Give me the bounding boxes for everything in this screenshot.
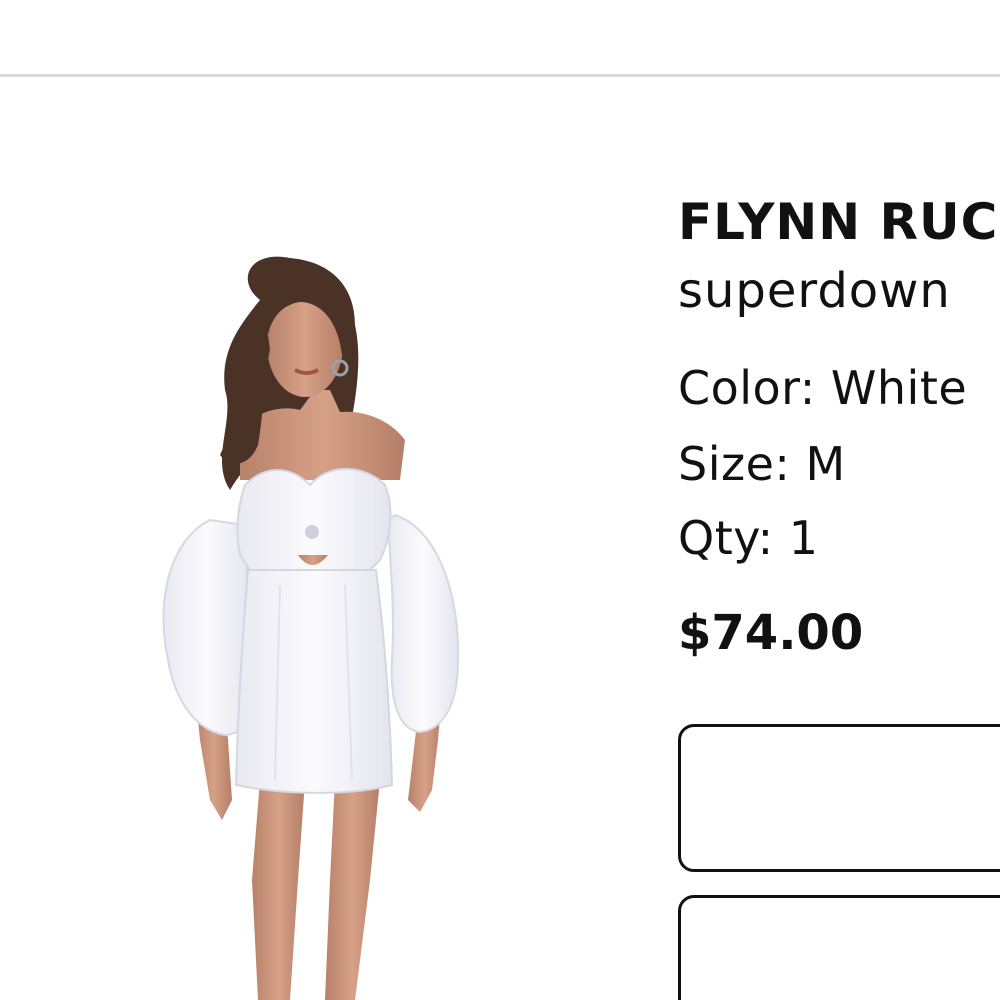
- header-bar: [0, 0, 1000, 76]
- size-attribute: Size: M: [678, 437, 846, 491]
- product-name[interactable]: FLYNN RUC: [678, 192, 998, 252]
- secondary-action-button[interactable]: [678, 895, 1000, 1000]
- product-image[interactable]: [140, 240, 500, 1000]
- product-details: FLYNN RUC superdown Color: White Size: M…: [678, 180, 1000, 700]
- header-divider: [0, 74, 1000, 77]
- product-price: $74.00: [678, 605, 864, 661]
- brand-name[interactable]: superdown: [678, 262, 951, 320]
- primary-action-button[interactable]: [678, 724, 1000, 872]
- model-dress-illustration: [162, 256, 460, 1000]
- quantity-attribute: Qty: 1: [678, 511, 819, 565]
- color-attribute: Color: White: [678, 361, 968, 415]
- product-page: FLYNN RUC superdown Color: White Size: M…: [0, 0, 1000, 1000]
